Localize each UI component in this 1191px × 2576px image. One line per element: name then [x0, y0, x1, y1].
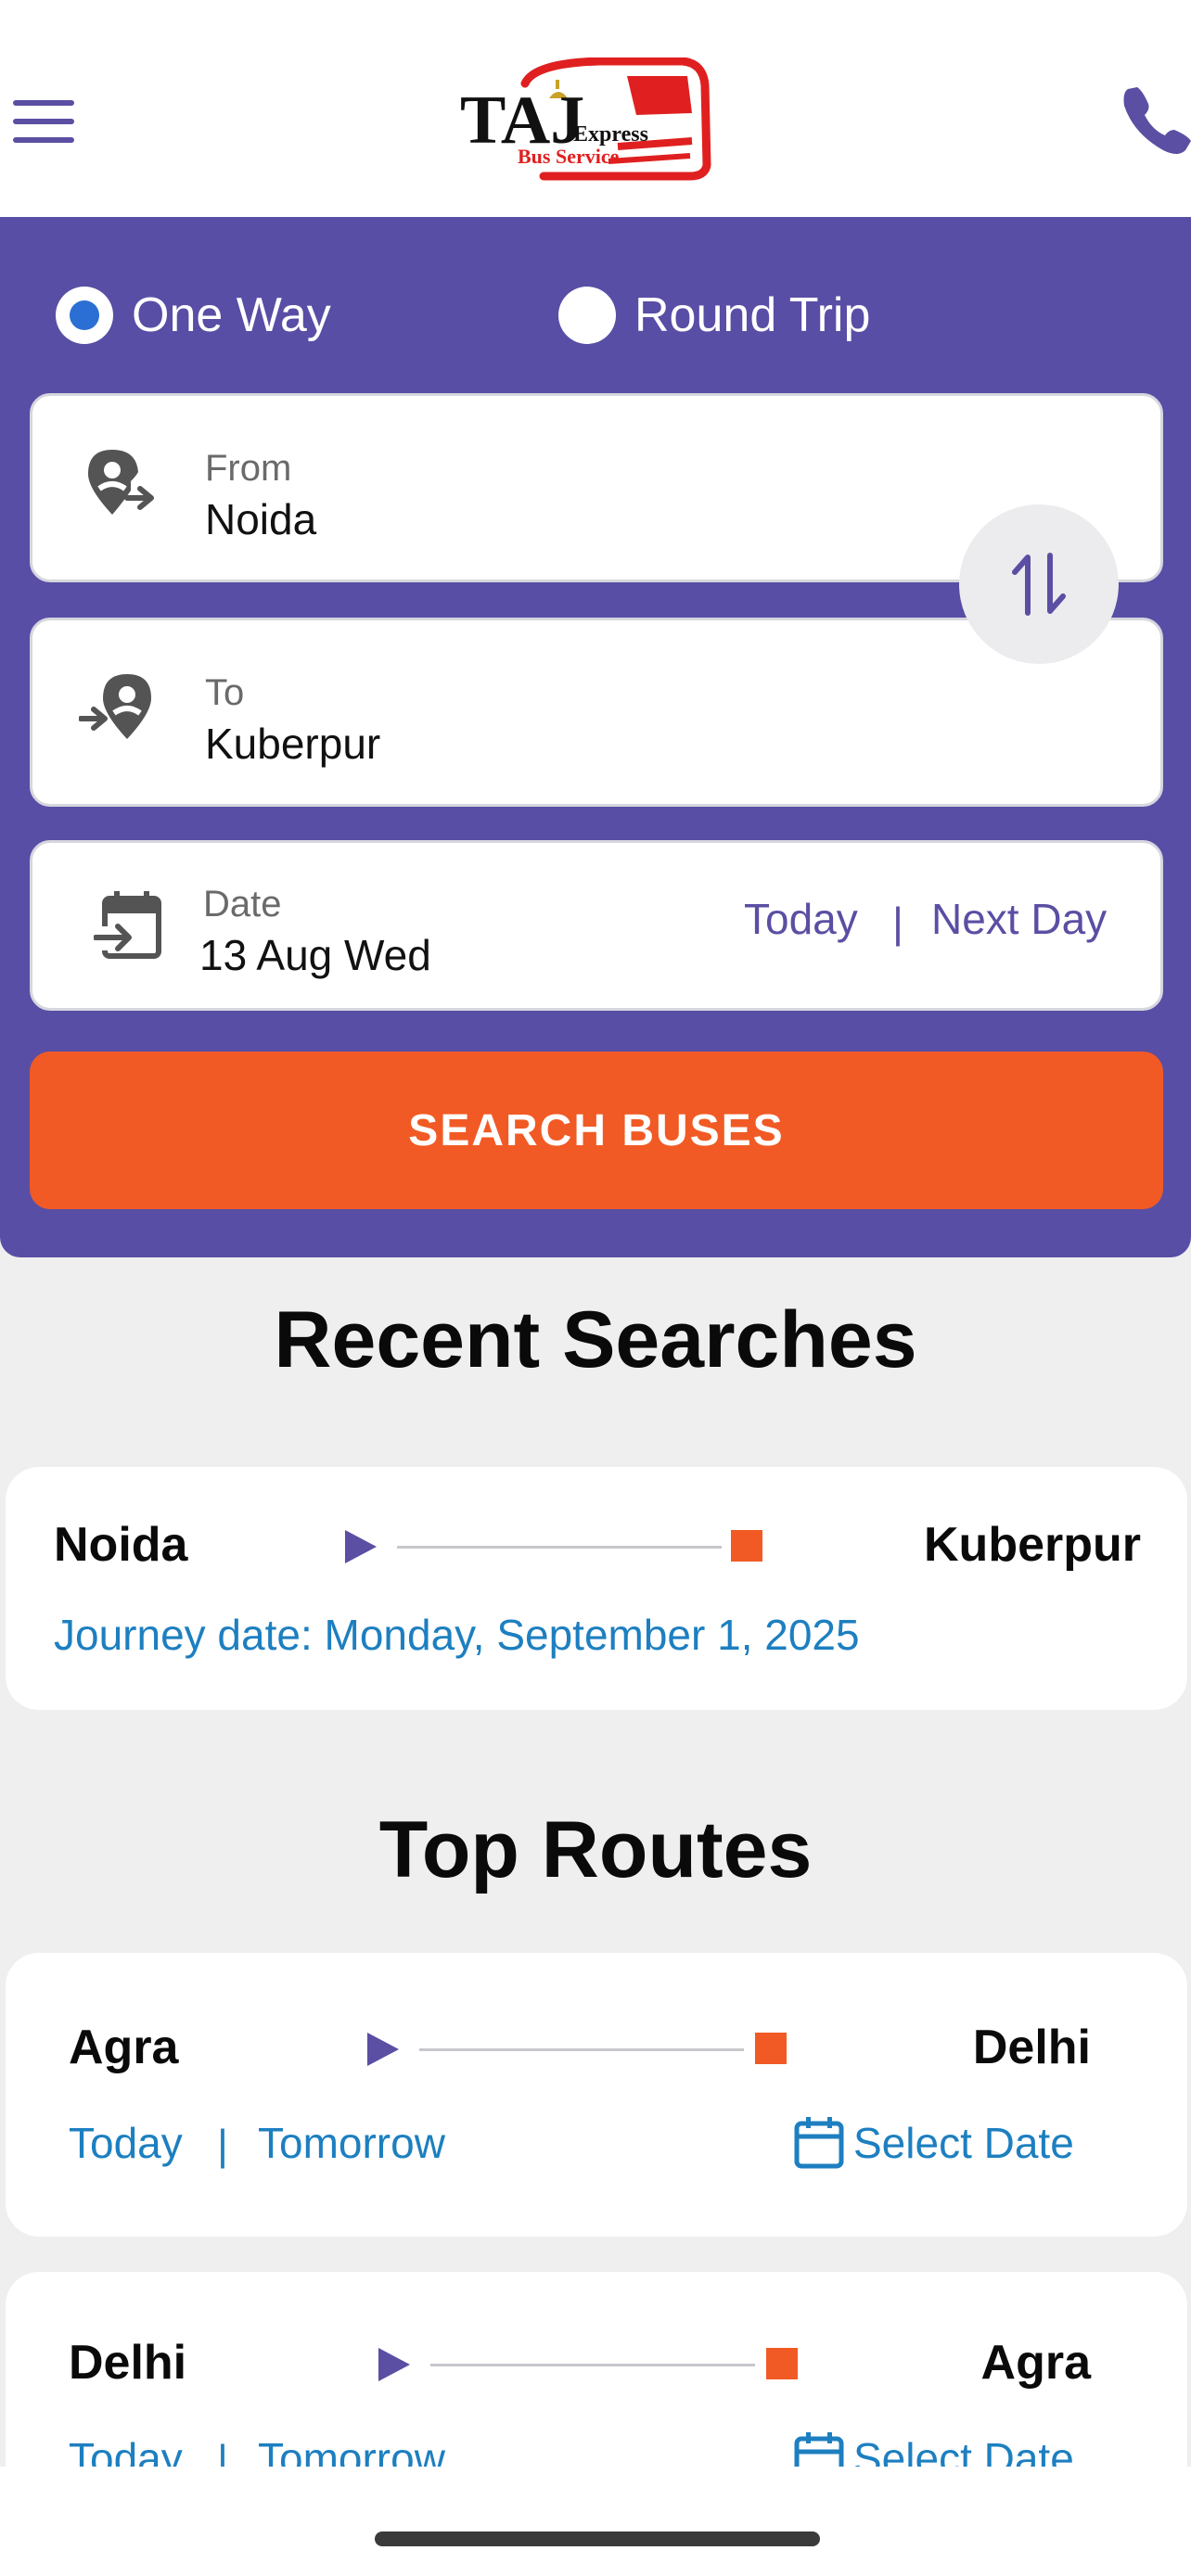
phone-icon[interactable] [1121, 83, 1191, 158]
date-label: Date [203, 884, 282, 925]
date-separator: | [892, 899, 903, 947]
calendar-icon [794, 2117, 844, 2169]
route-from: Agra [69, 2021, 179, 2074]
recent-search-card[interactable]: Noida Kuberpur Journey date: Monday, Sep… [6, 1467, 1187, 1710]
start-marker-icon [367, 2033, 399, 2066]
journey-date: Journey date: Monday, September 1, 2025 [54, 1611, 860, 1659]
route-today-link[interactable]: Today [69, 2118, 183, 2168]
one-way-radio[interactable]: One Way [56, 278, 331, 352]
route-to: Agra [980, 2336, 1091, 2390]
swap-arrows-icon [1012, 553, 1066, 616]
radio-unselected-icon [558, 287, 616, 344]
search-buses-button[interactable]: SEARCH BUSES [30, 1052, 1163, 1209]
from-label: From [205, 448, 292, 489]
next-day-link[interactable]: Next Day [931, 894, 1107, 944]
location-departure-icon [81, 448, 155, 523]
to-value: Kuberpur [205, 720, 381, 768]
end-marker-icon [766, 2348, 798, 2379]
route-tomorrow-link[interactable]: Tomorrow [258, 2118, 445, 2168]
from-value: Noida [205, 495, 317, 543]
home-indicator [0, 2467, 1191, 2576]
svg-text:Bus Service: Bus Service [518, 145, 620, 168]
select-date-link[interactable]: Select Date [853, 2118, 1074, 2168]
svg-text:Express: Express [573, 122, 648, 147]
swap-locations-button[interactable] [959, 504, 1119, 664]
top-route-card[interactable]: Agra Delhi Today | Tomorrow Select Date [6, 1953, 1187, 2237]
route-to: Kuberpur [924, 1518, 1141, 1572]
start-marker-icon [345, 1530, 377, 1563]
route-line [430, 2364, 755, 2366]
recent-searches-title: Recent Searches [274, 1295, 917, 1384]
end-marker-icon [755, 2033, 787, 2064]
route-line [397, 1546, 722, 1549]
round-trip-radio[interactable]: Round Trip [558, 278, 870, 352]
to-label: To [205, 672, 245, 713]
top-routes-title: Top Routes [378, 1805, 813, 1894]
radio-selected-icon [56, 287, 113, 344]
start-marker-icon [378, 2348, 410, 2381]
calendar-icon [93, 889, 162, 964]
app-header: TAJ Express Bus Service [0, 0, 1191, 217]
one-way-label: One Way [132, 288, 331, 342]
route-separator: | [217, 2121, 228, 2169]
taj-express-logo[interactable]: TAJ Express Bus Service [460, 57, 748, 187]
today-link[interactable]: Today [744, 894, 858, 944]
route-from: Delhi [69, 2336, 187, 2390]
location-arrival-icon [78, 672, 157, 747]
end-marker-icon [731, 1530, 762, 1562]
route-from: Noida [54, 1518, 188, 1572]
route-line [419, 2048, 744, 2051]
hamburger-menu-icon[interactable] [13, 96, 76, 145]
round-trip-label: Round Trip [634, 288, 871, 342]
date-value: 13 Aug Wed [199, 931, 431, 979]
route-to: Delhi [972, 2021, 1091, 2074]
